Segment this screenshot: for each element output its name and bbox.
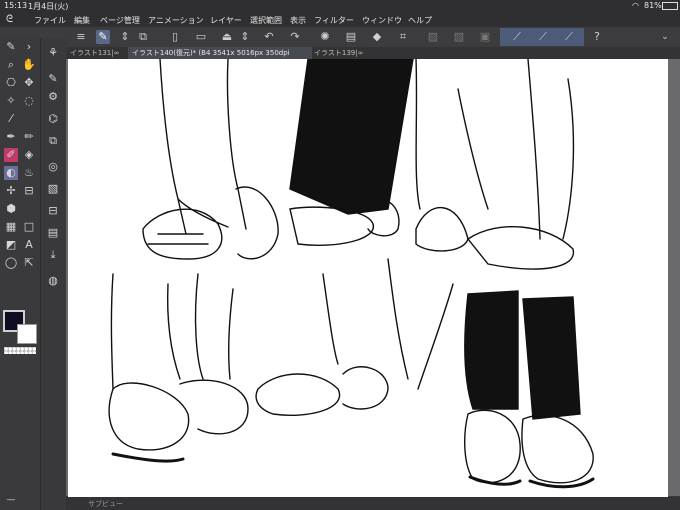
crop-icon[interactable]: ⌗ [396,30,410,44]
color-wheel-icon[interactable]: ◎ [46,160,60,174]
blend-icon[interactable]: ◐ [4,166,18,180]
status-date: 1月4日(火) [28,2,69,11]
drawing-canvas[interactable] [68,59,668,497]
transparent-color-swatch[interactable] [4,347,36,354]
help-icon[interactable]: ? [590,30,604,44]
tool-panel: ✎ › ⌕ ✋ ⎔ ✥ ✧ ◌ ⁄ ✒ ✏ ✐ ◈ ◐ ♨ ✢ ⊟ ⬢ ▦ □ … [0,38,40,510]
import-icon[interactable]: ⤓ [46,248,60,262]
eyedropper-icon[interactable]: ⁄ [4,112,18,126]
new-file-icon[interactable]: ▯ [168,30,182,44]
brush-size-icon[interactable]: ✎ [46,72,60,86]
fill-bucket-icon[interactable]: ⬢ [4,202,18,216]
material-icon[interactable]: ⊟ [46,204,60,218]
minus-icon[interactable]: — [4,493,18,507]
sketch-drawing [108,59,595,489]
loading-icon[interactable]: ✺ [318,30,332,44]
clear-icon[interactable]: ▨ [426,30,440,44]
menu-edit[interactable]: 編集 [74,15,90,26]
menu-filter[interactable]: フィルター [314,15,354,26]
menu-help[interactable]: ヘルプ [408,15,432,26]
menu-bar: ᘓ ファイル 編集 ページ管理 アニメーション レイヤー 選択範囲 表示 フィル… [0,12,680,27]
menu-layer[interactable]: レイヤー [210,15,242,26]
pen-nib-icon[interactable]: ✒ [4,130,18,144]
menu-file[interactable]: ファイル [34,15,66,26]
command-bar: ≡ ✎ ⇕ ⧉ ▯ ▭ ⏏ ⇕ ↶ ↷ ✺ ▤ ◆ ⌗ ▨ ▧ ▣ ⟋ ⟋ ⟋ … [0,27,680,48]
grid-snap-icon[interactable]: ⟋ [562,30,576,44]
fill-selection-icon[interactable]: ▣ [478,30,492,44]
open-folder-icon[interactable]: ▭ [194,30,208,44]
clear-outside-icon[interactable]: ▧ [452,30,466,44]
sub-tool-icon[interactable]: ⚘ [46,46,60,60]
text-icon[interactable]: A [22,238,36,252]
tab-illustration-140[interactable]: イラスト140(復元)* (B4 3541x 5016px 350dpi 69.… [128,47,312,69]
brush-icon[interactable]: ✐ [4,148,18,162]
tab-label: イラスト139|∞ [314,49,364,57]
decoration-icon[interactable]: ♨ [22,166,36,180]
sub-color-swatch[interactable] [17,324,37,344]
layer-icon[interactable]: ⧉ [46,134,60,148]
tab-illustration-139[interactable]: イラスト139|∞ [310,47,374,59]
stepper-icon[interactable]: ⇕ [238,30,252,44]
app-logo-icon[interactable]: ᘓ [6,14,13,25]
hand-icon[interactable]: ✋ [22,58,36,72]
status-bar: 15:13 1月4日(火) ◠ 81% [0,0,680,12]
wifi-icon: ◠ [632,1,639,10]
menu-icon[interactable]: ≡ [74,30,88,44]
eraser-icon[interactable]: ◈ [22,148,36,162]
move-icon[interactable]: ✥ [22,76,36,90]
gradient-icon[interactable]: ▦ [4,220,18,234]
history-icon[interactable]: ▤ [46,226,60,240]
menu-selection[interactable]: 選択範囲 [250,15,282,26]
redo-icon[interactable]: ↷ [288,30,302,44]
undo-icon[interactable]: ↶ [262,30,276,44]
document-tabs: イラスト131|∞ イラスト140(復元)* (B4 3541x 5016px … [66,47,680,69]
menu-animation[interactable]: アニメーション [148,15,204,26]
chevron-down-icon[interactable]: ⌄ [658,30,672,44]
quick-access-icon[interactable]: ◍ [46,274,60,288]
battery-icon [662,2,678,10]
lasso-icon[interactable]: ◌ [22,94,36,108]
operation-icon[interactable]: ⎔ [4,76,18,90]
menu-page[interactable]: ページ管理 [100,15,140,26]
menu-view[interactable]: 表示 [290,15,306,26]
side-panel: ⚘ ✎ ⚙ ⌬ ⧉ ◎ ▧ ⊟ ▤ ⤓ ◍ [40,38,67,510]
tab-label: イラスト131|∞ [70,49,120,57]
status-battery: 81% [644,1,662,10]
frame-icon[interactable]: ◩ [4,238,18,252]
layer-stack-icon[interactable]: ⊟ [22,184,36,198]
pen-tool-icon[interactable]: ✎ [96,30,110,44]
object-select-icon[interactable]: ⇱ [22,256,36,270]
menu-window[interactable]: ウィンドウ [362,15,402,26]
color-set-icon[interactable]: ▧ [46,182,60,196]
ruler-snap-icon[interactable]: ⟋ [510,30,524,44]
layer-panel-icon[interactable]: ▤ [344,30,358,44]
navigator-icon[interactable]: ⌬ [46,112,60,126]
spinner-icon[interactable]: ⇕ [118,30,132,44]
magic-wand-icon[interactable]: ✧ [4,94,18,108]
tab-illustration-131[interactable]: イラスト131|∞ [66,47,130,59]
pen-icon[interactable]: ✎ [4,40,18,54]
bottom-bar: サブビュー [66,497,680,510]
airbrush-icon[interactable]: ✢ [4,184,18,198]
fill-icon[interactable]: ◆ [370,30,384,44]
chevron-right-icon[interactable]: › [22,40,36,54]
status-time: 15:13 [4,1,28,10]
pencil-icon[interactable]: ✏ [22,130,36,144]
tool-property-icon[interactable]: ⚙ [46,90,60,104]
subview-label[interactable]: サブビュー [88,499,123,509]
figure-icon[interactable]: □ [22,220,36,234]
balloon-icon[interactable]: ◯ [4,256,18,270]
special-ruler-icon[interactable]: ⟋ [536,30,550,44]
save-icon[interactable]: ⏏ [220,30,234,44]
transform-icon[interactable]: ⧉ [136,30,150,44]
zoom-icon[interactable]: ⌕ [4,58,18,72]
